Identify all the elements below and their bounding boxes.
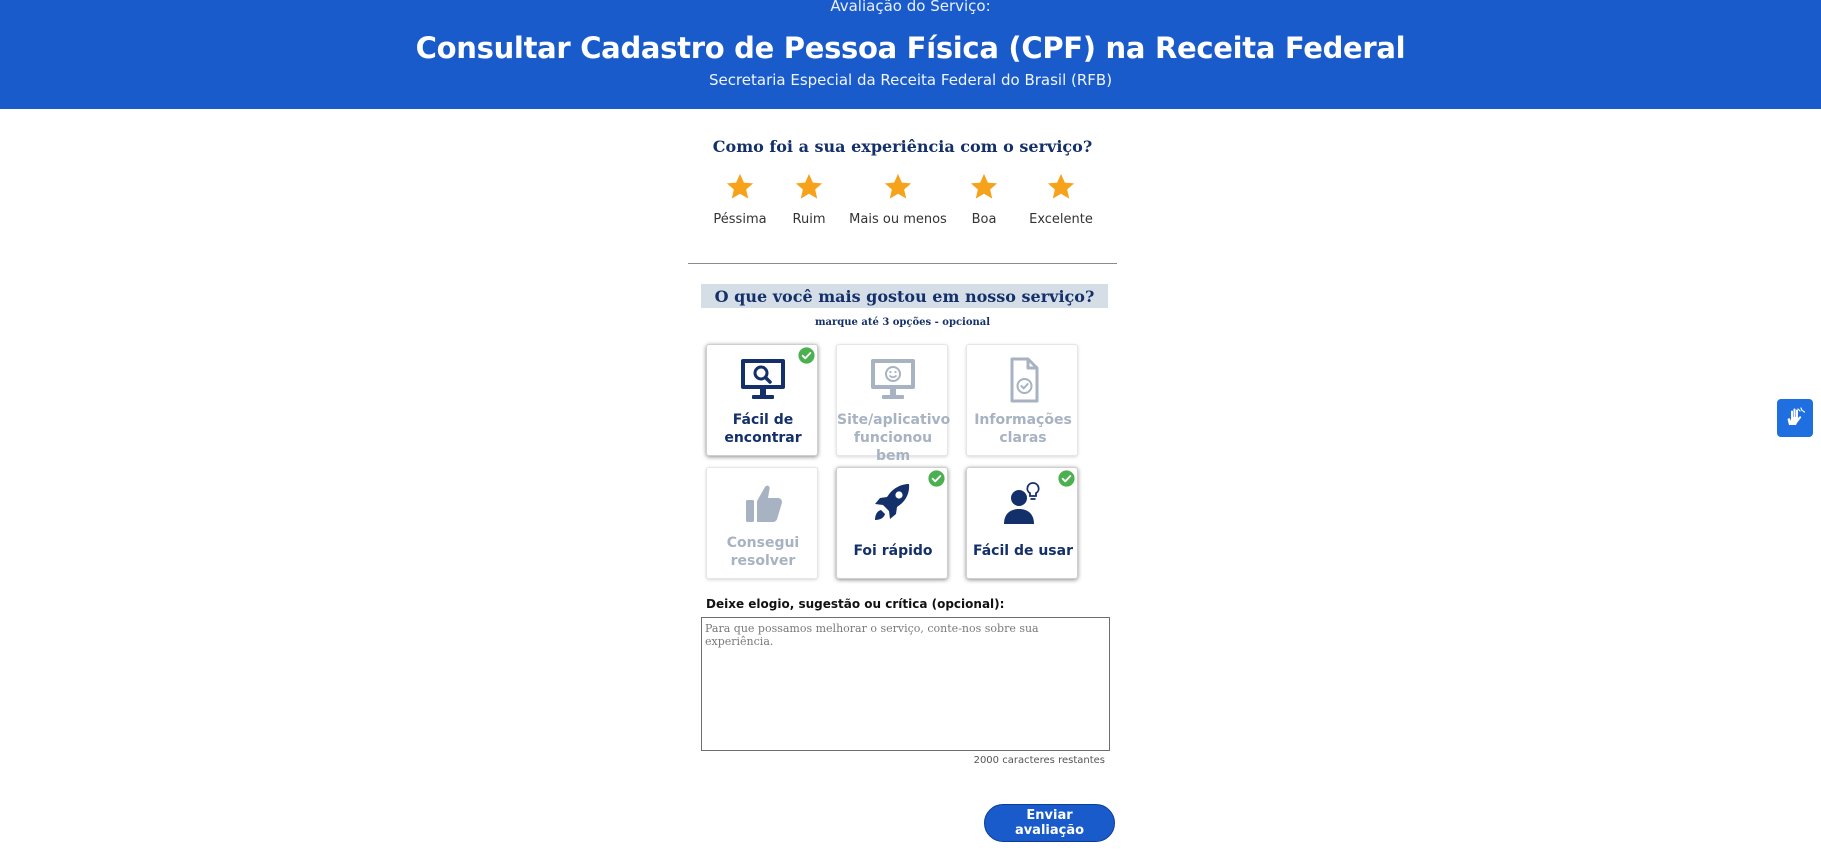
page-header: Avaliação do Serviço: Consultar Cadastro… (0, 0, 1821, 109)
agency-name: Secretaria Especial da Receita Federal d… (708, 71, 1113, 89)
liked-question: O que você mais gostou em nosso serviço? (701, 284, 1108, 308)
star-icon (970, 173, 998, 199)
monitor-smile-icon (837, 357, 949, 405)
section-divider (688, 263, 1117, 264)
sign-language-hands-icon (1787, 407, 1806, 425)
option-label-line2: funcionou bem (853, 430, 933, 464)
option-label-line2: resolver (730, 553, 796, 569)
characters-remaining: 2000 caracteres restantes (973, 755, 1105, 766)
submit-evaluation-button[interactable]: Enviar avaliação (984, 804, 1115, 842)
rating-option-excelente[interactable]: Excelente (1001, 172, 1121, 227)
option-label: Foi rápido (853, 543, 933, 559)
option-foi-rapido[interactable]: Foi rápido (836, 467, 948, 579)
rating-options: Péssima Ruim Mais ou menos Boa Excelente (0, 172, 1821, 242)
option-label-line1: Site/aplicativo (837, 412, 951, 428)
liked-hint: marque até 3 opções - opcional (814, 317, 991, 328)
comment-label: Deixe elogio, sugestão ou crítica (opcio… (706, 597, 1005, 611)
star-icon (1047, 173, 1075, 199)
option-label-line1: Informações (974, 412, 1072, 428)
person-lightbulb-icon (967, 480, 1079, 528)
option-facil-de-usar[interactable]: Fácil de usar (966, 467, 1078, 579)
option-label-line1: Consegui (726, 535, 800, 551)
option-label: Fácil de usar (972, 543, 1073, 559)
option-facil-de-encontrar[interactable]: Fácil de encontrar (706, 344, 818, 456)
option-site-aplicativo-funcionou-bem[interactable]: Site/aplicativo funcionou bem (836, 344, 951, 464)
page-title: Consultar Cadastro de Pessoa Física (CPF… (415, 31, 1406, 65)
option-informacoes-claras[interactable]: Informações claras (966, 344, 1078, 456)
experience-question: Como foi a sua experiência com o serviço… (712, 137, 1093, 156)
rating-label: Excelente (1029, 212, 1093, 227)
option-label-line2: claras (999, 430, 1047, 446)
document-check-icon (967, 357, 1079, 405)
option-label-line1: Fácil de (732, 412, 794, 428)
star-icon (795, 173, 823, 199)
option-consegui-resolver[interactable]: Consegui resolver (706, 467, 818, 579)
accessibility-widget-button[interactable] (1777, 399, 1813, 437)
thumbs-up-icon (707, 480, 819, 528)
evaluation-caption: Avaliação do Serviço: (830, 0, 991, 15)
option-label-line2: encontrar (724, 430, 802, 446)
comment-textarea[interactable] (701, 617, 1110, 751)
monitor-search-icon (707, 357, 819, 405)
star-icon (884, 173, 912, 199)
rocket-icon (837, 480, 949, 528)
